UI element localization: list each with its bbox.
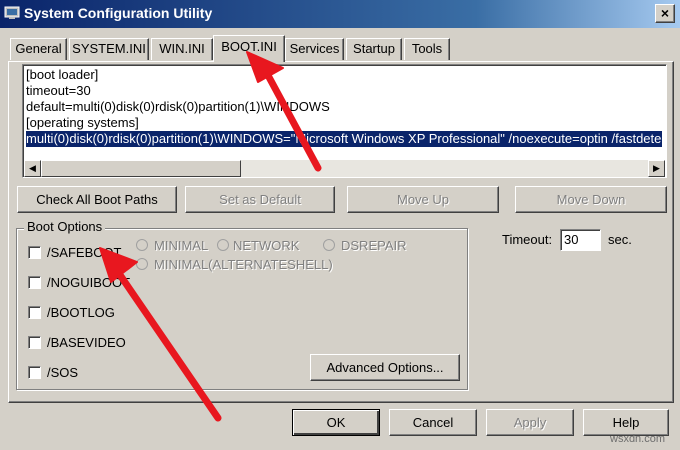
scroll-thumb[interactable] [41, 160, 241, 177]
boot-ini-listbox[interactable]: [boot loader] timeout=30 default=multi(0… [22, 64, 667, 178]
tab-label: BOOT.INI [221, 39, 277, 54]
list-item[interactable]: default=multi(0)disk(0)rdisk(0)partition… [26, 99, 662, 115]
tab-win-ini[interactable]: WIN.INI [151, 38, 213, 60]
bootlog-label: /BOOTLOG [47, 305, 115, 320]
arrow-left-icon: ◀ [29, 163, 36, 173]
sos-label: /SOS [47, 365, 79, 380]
apply-button[interactable]: Apply [486, 409, 574, 436]
minimal-alternateshell-radio[interactable] [136, 258, 148, 270]
network-label: NETWORK [233, 238, 300, 253]
minimal-alternateshell-label: MINIMAL(ALTERNATESHELL) [154, 257, 333, 272]
app-icon [4, 5, 20, 21]
safeboot-checkbox[interactable] [28, 246, 41, 259]
network-radio[interactable] [217, 239, 229, 251]
advanced-options-button[interactable]: Advanced Options... [310, 354, 460, 381]
bootlog-checkbox[interactable] [28, 306, 41, 319]
tab-label: Tools [411, 41, 443, 56]
tab-startup[interactable]: Startup [346, 38, 402, 60]
scroll-left-button[interactable]: ◀ [24, 160, 41, 177]
check-all-boot-paths-button[interactable]: Check All Boot Paths [17, 186, 177, 213]
basevideo-checkbox[interactable] [28, 336, 41, 349]
sos-checkbox[interactable] [28, 366, 41, 379]
arrow-right-icon: ▶ [653, 163, 660, 173]
tab-services[interactable]: Services [285, 38, 344, 60]
close-icon: × [660, 5, 670, 21]
dsrepair-radio[interactable] [323, 239, 335, 251]
scroll-right-button[interactable]: ▶ [648, 160, 665, 177]
tab-general[interactable]: General [10, 38, 67, 60]
noguiboot-label: /NOGUIBOOT [47, 275, 131, 290]
tab-system-ini[interactable]: SYSTEM.INI [69, 38, 149, 60]
cancel-button[interactable]: Cancel [389, 409, 477, 436]
minimal-radio[interactable] [136, 239, 148, 251]
title-bar: System Configuration Utility × [0, 0, 680, 28]
tab-label: SYSTEM.INI [72, 41, 146, 56]
dsrepair-label: DSREPAIR [341, 238, 407, 253]
tab-label: Startup [353, 41, 395, 56]
timeout-label: Timeout: [502, 232, 553, 247]
timeout-input[interactable]: 30 [560, 229, 601, 251]
ok-button[interactable]: OK [292, 409, 380, 436]
set-as-default-button[interactable]: Set as Default [185, 186, 335, 213]
list-item[interactable]: timeout=30 [26, 83, 662, 99]
window-title: System Configuration Utility [24, 5, 213, 21]
list-item-selected[interactable]: multi(0)disk(0)rdisk(0)partition(1)\WIND… [26, 131, 662, 147]
tab-boot-ini[interactable]: BOOT.INI [213, 35, 285, 62]
move-down-button[interactable]: Move Down [515, 186, 667, 213]
boot-options-title: Boot Options [24, 219, 106, 234]
help-button[interactable]: Help [583, 409, 669, 436]
noguiboot-checkbox[interactable] [28, 276, 41, 289]
close-button[interactable]: × [655, 4, 675, 23]
watermark: wsxdn.com [610, 433, 666, 445]
horizontal-scrollbar[interactable]: ◀ ▶ [24, 160, 665, 177]
move-up-button[interactable]: Move Up [347, 186, 499, 213]
minimal-label: MINIMAL [154, 238, 209, 253]
tab-label: General [15, 41, 62, 56]
tab-tools[interactable]: Tools [404, 38, 450, 60]
basevideo-label: /BASEVIDEO [47, 335, 126, 350]
list-item[interactable]: [operating systems] [26, 115, 662, 131]
timeout-unit: sec. [608, 232, 632, 247]
safeboot-label: /SAFEBOOT [47, 245, 122, 260]
tab-label: WIN.INI [159, 41, 205, 56]
list-item[interactable]: [boot loader] [26, 67, 662, 83]
tab-label: Services [289, 41, 340, 56]
